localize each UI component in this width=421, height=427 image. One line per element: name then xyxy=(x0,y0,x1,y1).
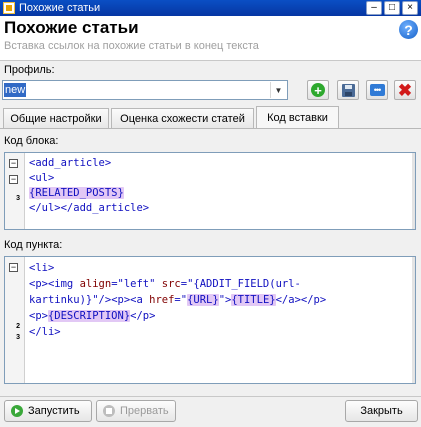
code-line[interactable]: <add_article> xyxy=(29,156,149,171)
code-token: <p><img xyxy=(29,278,80,290)
code-token: align xyxy=(79,278,112,290)
window-titlebar[interactable]: Похожие статьи – □ × xyxy=(0,0,421,16)
chevron-down-icon[interactable]: ▼ xyxy=(270,82,286,98)
code-line[interactable]: <li> xyxy=(29,260,326,276)
tab-insert-code[interactable]: Код вставки xyxy=(256,106,339,129)
code-line[interactable]: <p>{DESCRIPTION}</p> xyxy=(29,308,326,324)
code-token: <p> xyxy=(29,310,48,322)
code-token: <ul> xyxy=(29,172,55,184)
run-button[interactable]: Запустить xyxy=(4,400,92,422)
code-placeholder: {DESCRIPTION} xyxy=(47,310,131,322)
block-code-label: Код блока: xyxy=(4,135,59,147)
code-token: kartinku)}" xyxy=(29,294,99,306)
block-code-editor[interactable]: − − 3 <add_article> <ul> {RELATED_POSTS} </… xyxy=(4,152,416,230)
profile-value[interactable]: new xyxy=(4,83,27,97)
code-token: </li> xyxy=(29,326,61,338)
stop-icon xyxy=(103,405,115,417)
window-title: Похожие статьи xyxy=(19,2,101,14)
close-button[interactable]: Закрыть xyxy=(345,400,418,422)
add-profile-button[interactable]: + xyxy=(307,80,329,100)
item-code-scrollbar[interactable] xyxy=(412,257,415,383)
code-token: </ul></add_article> xyxy=(29,202,150,214)
code-placeholder: {TITLE} xyxy=(231,294,276,306)
tab-similarity[interactable]: Оценка схожести статей xyxy=(111,108,254,128)
maximize-icon[interactable]: □ xyxy=(384,1,400,15)
header-divider xyxy=(0,60,421,61)
stop-label: Прервать xyxy=(120,405,169,417)
item-code-label: Код пункта: xyxy=(4,239,63,251)
item-code-gutter xyxy=(5,257,25,383)
run-label: Запустить xyxy=(28,405,80,417)
code-token: src xyxy=(161,278,181,290)
code-line[interactable]: </li> xyxy=(29,324,326,340)
line-number: 3 xyxy=(16,334,20,341)
block-code-scrollbar[interactable] xyxy=(412,153,415,229)
code-line[interactable]: {RELATED_POSTS} xyxy=(29,186,149,201)
code-line[interactable]: </ul></add_article> xyxy=(29,201,149,216)
code-placeholder: {RELATED_POSTS} xyxy=(29,187,124,199)
fold-toggle-icon[interactable]: − xyxy=(9,263,18,272)
code-token: href xyxy=(149,294,175,306)
line-number: 3 xyxy=(16,195,20,202)
close-icon[interactable]: × xyxy=(402,1,418,15)
code-token: "{ADDIT_FIELD(url- xyxy=(187,278,301,290)
page-subtitle: Вставка ссылок на похожие статьи в конец… xyxy=(4,40,259,52)
block-code-text[interactable]: <add_article> <ul> {RELATED_POSTS} </ul></a… xyxy=(29,156,149,216)
line-number: 2 xyxy=(16,323,20,330)
item-code-editor[interactable]: − 2 3 <li> <p><img align="left" src="{ADD… xyxy=(4,256,416,384)
footer-divider xyxy=(0,396,421,397)
code-token: </p> xyxy=(130,310,156,322)
minimize-icon[interactable]: – xyxy=(366,1,382,15)
app-icon xyxy=(3,2,15,14)
save-profile-button[interactable] xyxy=(337,80,359,100)
item-code-text[interactable]: <li> <p><img align="left" src="{ADDIT_FIE… xyxy=(29,260,326,340)
code-line[interactable]: <ul> xyxy=(29,171,149,186)
play-icon xyxy=(11,405,23,417)
close-label: Закрыть xyxy=(360,405,403,417)
stop-button[interactable]: Прервать xyxy=(96,400,176,422)
save-icon xyxy=(341,83,355,97)
more-options-button[interactable]: ••• xyxy=(366,80,388,100)
fold-toggle-icon[interactable]: − xyxy=(9,159,18,168)
tab-general-settings[interactable]: Общие настройки xyxy=(3,108,109,128)
profile-select[interactable]: new ▼ xyxy=(2,80,288,100)
code-token: "left" xyxy=(117,278,156,290)
help-icon[interactable]: ? xyxy=(399,20,418,39)
delete-icon: ✖ xyxy=(397,80,413,100)
code-line[interactable]: <p><img align="left" src="{ADDIT_FIELD(u… xyxy=(29,276,326,292)
page-title: Похожие статьи xyxy=(4,18,139,37)
dialog-header: Похожие статьи Вставка ссылок на похожие… xyxy=(0,16,421,60)
fold-toggle-icon[interactable]: − xyxy=(9,175,18,184)
code-token: /><p><a xyxy=(98,294,150,306)
code-token: <add_article> xyxy=(29,157,112,169)
delete-profile-button[interactable]: ✖ xyxy=(394,80,416,100)
code-line[interactable]: kartinku)}"/><p><a href="{URL}">{TITLE}<… xyxy=(29,292,326,308)
code-token: <li> xyxy=(29,262,55,274)
profile-label: Профиль: xyxy=(4,64,55,76)
more-icon: ••• xyxy=(369,84,385,96)
code-token: </a></p> xyxy=(275,294,327,306)
code-placeholder: {URL} xyxy=(187,294,219,306)
add-icon: + xyxy=(311,83,325,97)
